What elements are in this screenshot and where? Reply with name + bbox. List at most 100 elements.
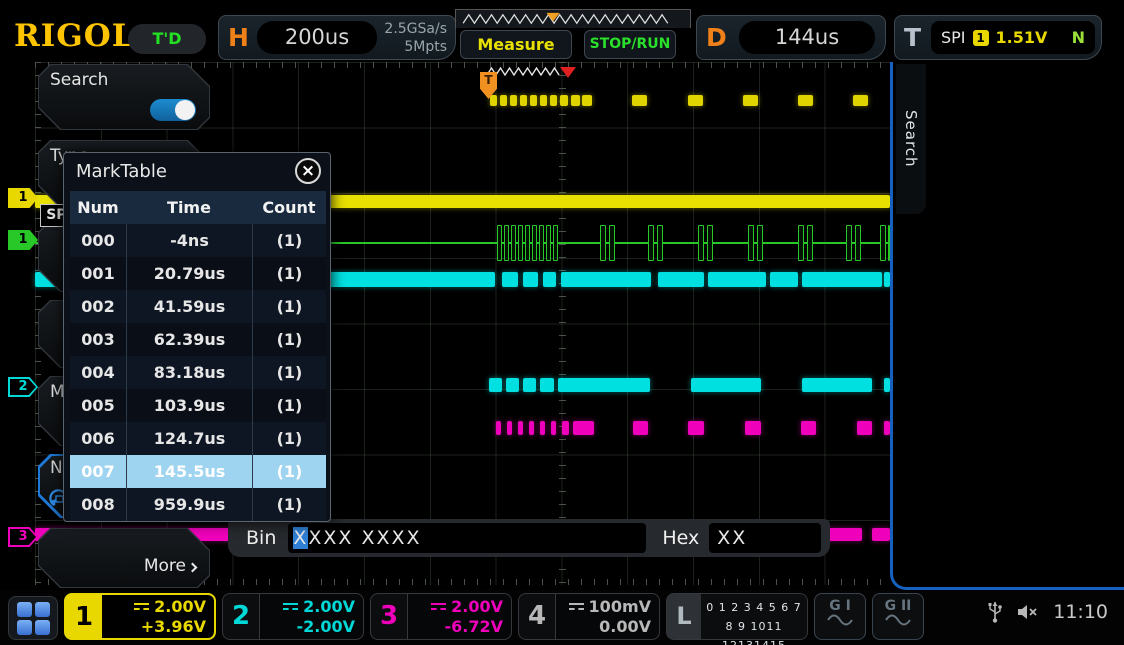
decode-pulses-segment bbox=[698, 225, 704, 261]
ch2-analog-segment bbox=[561, 272, 651, 287]
search-marks-segment bbox=[520, 95, 527, 106]
delay-value: 144us bbox=[739, 21, 875, 54]
spi-miso-bursts-segment bbox=[691, 378, 761, 392]
ch3-offset: -6.72V bbox=[445, 617, 504, 637]
spi-mosi-bursts-segment bbox=[518, 421, 523, 435]
logic-row1: 0 1 2 3 4 5 6 7 bbox=[706, 601, 801, 614]
bin-cursor: X bbox=[293, 527, 308, 549]
search-range-zigzag bbox=[487, 66, 563, 77]
table-row[interactable]: 00483.18us(1) bbox=[70, 356, 326, 389]
rigol-logo: RIGOL bbox=[14, 18, 135, 54]
ch3-analog-segment bbox=[872, 528, 890, 541]
d-label: D bbox=[706, 23, 727, 52]
decode-pulses-segment bbox=[648, 225, 654, 261]
sine-icon bbox=[885, 614, 911, 626]
channel4-badge[interactable]: 4 100mV 0.00V bbox=[518, 593, 660, 640]
menu-grid-icon[interactable] bbox=[8, 596, 58, 640]
search-position-marker[interactable] bbox=[560, 67, 576, 78]
spi-mosi-bursts-segment bbox=[633, 421, 648, 435]
trigger-slope: N bbox=[1072, 28, 1085, 47]
search-toggle[interactable] bbox=[150, 99, 196, 121]
decode-pulses-segment bbox=[798, 225, 804, 261]
search-marks-segment bbox=[571, 95, 580, 106]
bottom-status-bar: 1 2.00V +3.96V 2 2.00V -2.00V 3 2.00V -6… bbox=[0, 590, 1124, 645]
decode-pulses-segment bbox=[807, 225, 813, 261]
table-row[interactable]: 006124.7us(1) bbox=[70, 422, 326, 455]
ch1-marker[interactable]: 1 bbox=[8, 188, 38, 208]
ch4-offset: 0.00V bbox=[599, 617, 651, 637]
ch2-marker[interactable]: 2 bbox=[8, 377, 38, 397]
decode-value-bar: Bin XXXX XXXX Hex XX bbox=[228, 519, 830, 557]
menu-tab-search[interactable]: Search bbox=[896, 64, 926, 214]
measure-button[interactable]: Measure bbox=[460, 30, 572, 59]
memory-position-bar[interactable] bbox=[455, 9, 691, 28]
dc-coupling-icon bbox=[569, 603, 584, 611]
ch2-offset: -2.00V bbox=[297, 617, 356, 637]
decode-pulses-segment bbox=[748, 225, 754, 261]
decode-pulses-segment bbox=[511, 225, 516, 261]
ch3-marker[interactable]: 3 bbox=[8, 527, 38, 547]
marktable-table: Num Time Count 000-4ns(1) 00120.79us(1) … bbox=[70, 191, 326, 521]
spi-mosi-bursts-segment bbox=[573, 421, 594, 435]
ruler-center bbox=[559, 62, 566, 585]
trigger-panel[interactable]: T SPI 1 1.51V N bbox=[894, 15, 1102, 60]
search-marks-segment bbox=[550, 95, 557, 106]
t-label: T bbox=[904, 23, 921, 52]
table-row[interactable]: 00241.59us(1) bbox=[70, 290, 326, 323]
search-marks-segment bbox=[582, 95, 592, 106]
h-label: H bbox=[228, 23, 249, 52]
speaker-muted-icon bbox=[1017, 602, 1039, 622]
ch2-analog-segment bbox=[708, 272, 766, 287]
decode-pulses-segment bbox=[880, 225, 886, 261]
channel2-badge[interactable]: 2 2.00V -2.00V bbox=[222, 593, 364, 640]
decode-pulses-segment bbox=[707, 225, 713, 261]
marktable-popup: MarkTable × Num Time Count 000-4ns(1) 00… bbox=[63, 152, 331, 522]
decode-pulses-segment bbox=[757, 225, 763, 261]
decode-pulses-segment bbox=[600, 225, 606, 261]
close-icon[interactable]: × bbox=[295, 158, 321, 184]
table-row[interactable]: 005103.9us(1) bbox=[70, 389, 326, 422]
decode-pulses-segment bbox=[504, 225, 509, 261]
search-marks-segment bbox=[688, 95, 703, 106]
decode-pulses-segment bbox=[846, 225, 852, 261]
logic-channels-badge[interactable]: L 0 1 2 3 4 5 6 7 8 9 1011 12131415 bbox=[666, 593, 808, 640]
bin-label: Bin bbox=[246, 527, 276, 549]
stop-run-button[interactable]: STOP/RUN bbox=[584, 30, 676, 59]
dc-coupling-icon bbox=[283, 603, 298, 611]
sine-icon bbox=[827, 614, 853, 626]
decode-pulses-segment bbox=[497, 225, 502, 261]
spi-mosi-bursts-segment bbox=[562, 421, 569, 435]
table-row[interactable]: 00120.79us(1) bbox=[70, 257, 326, 290]
trigger-level: 1.51V bbox=[996, 28, 1048, 47]
bin-field[interactable]: XXXX XXXX bbox=[288, 523, 646, 553]
delay-panel[interactable]: D 144us bbox=[696, 15, 886, 60]
search-marks-segment bbox=[853, 95, 868, 106]
search-marks-segment bbox=[500, 95, 507, 106]
horizontal-panel[interactable]: H 200us 2.5GSa/s5Mpts bbox=[218, 15, 456, 60]
decode-marker[interactable]: 1 bbox=[8, 230, 38, 250]
dc-coupling-icon bbox=[431, 603, 446, 611]
table-row[interactable]: 008959.9us(1) bbox=[70, 488, 326, 521]
spi-miso-bursts-segment bbox=[523, 378, 536, 392]
channel1-badge[interactable]: 1 2.00V +3.96V bbox=[64, 593, 216, 640]
timebase-value: 200us bbox=[257, 21, 377, 54]
trigger-type: SPI bbox=[941, 28, 966, 47]
decode-pulses-segment bbox=[609, 225, 615, 261]
decode-pulses-segment bbox=[518, 225, 523, 261]
gen2-badge[interactable]: G II bbox=[872, 593, 924, 640]
spi-mosi-bursts-segment bbox=[551, 421, 556, 435]
search-marks-segment bbox=[743, 95, 758, 106]
search-marks-segment bbox=[510, 95, 517, 106]
channel3-badge[interactable]: 3 2.00V -6.72V bbox=[370, 593, 512, 640]
more-button[interactable]: More bbox=[38, 528, 210, 588]
gen1-badge[interactable]: G I bbox=[814, 593, 866, 640]
search-toggle-button[interactable]: Search bbox=[38, 64, 210, 130]
decode-pulses-segment bbox=[546, 225, 551, 261]
hex-field[interactable]: XX bbox=[709, 523, 821, 553]
search-marks-segment bbox=[798, 95, 813, 106]
table-row[interactable]: 007145.5us(1) bbox=[70, 455, 326, 488]
table-row[interactable]: 000-4ns(1) bbox=[70, 224, 326, 257]
table-row[interactable]: 00362.39us(1) bbox=[70, 323, 326, 356]
logic-row2: 8 9 1011 12131415 bbox=[722, 620, 786, 645]
spi-miso-bursts-segment bbox=[802, 378, 872, 392]
